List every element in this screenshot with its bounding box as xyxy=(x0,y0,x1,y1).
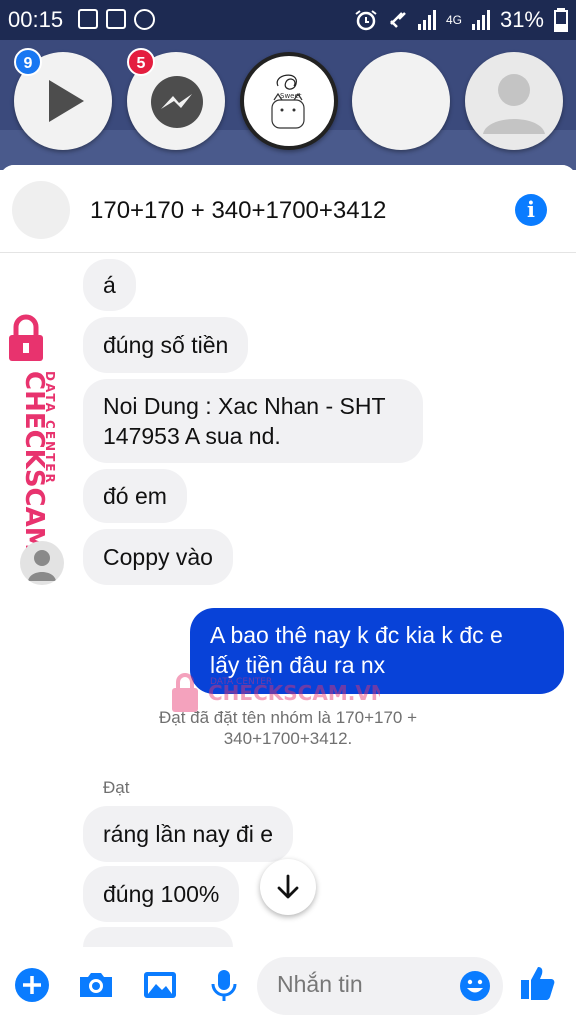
battery-icon xyxy=(554,8,568,32)
unread-badge: 9 xyxy=(14,48,42,76)
default-avatar-icon xyxy=(28,550,56,581)
scroll-to-bottom-button[interactable] xyxy=(260,859,316,915)
network-type: 4G xyxy=(445,12,462,27)
gallery-icon[interactable] xyxy=(142,967,178,1003)
info-icon: i xyxy=(527,197,535,222)
message-line: A bao thê nay k đc kia k đc e xyxy=(210,622,503,648)
mute-icon xyxy=(390,12,406,28)
sketch-text: Sweet xyxy=(280,92,302,100)
composer-bar: Nhắn tin xyxy=(0,947,576,1024)
message-input[interactable]: Nhắn tin xyxy=(257,957,503,1015)
gallery-notification-icon xyxy=(78,9,98,29)
message-bubble[interactable]: đúng 100% xyxy=(83,866,240,922)
watermark-center-sub: DATA CENTER xyxy=(210,677,272,687)
unread-badge: 5 xyxy=(127,48,155,76)
chat-head-messenger[interactable]: 5 xyxy=(127,48,225,150)
message-bubble[interactable]: Noi Dung : Xac Nhan - SHT 147953 A sua n… xyxy=(83,379,423,463)
emoji-icon[interactable] xyxy=(459,970,491,1002)
battery-level: 31% xyxy=(499,7,544,32)
signal-icon xyxy=(417,10,436,30)
status-time: 00:15 xyxy=(8,7,64,32)
chat-header: 170+170 + 340+1700+3412 i xyxy=(0,165,576,253)
messenger-notification-icon xyxy=(134,9,155,30)
message-line: Noi Dung : Xac Nhan - SHT xyxy=(103,393,386,419)
info-button[interactable]: i xyxy=(515,194,547,226)
sender-avatar[interactable] xyxy=(20,541,64,585)
message-line: 147953 A sua nd. xyxy=(103,423,281,449)
watermark-sub: DATA CENTER xyxy=(43,371,57,485)
camera-icon[interactable] xyxy=(78,967,114,1003)
sender-name: Đạt xyxy=(103,778,130,797)
chat-head-blank[interactable] xyxy=(352,52,450,150)
alarm-icon xyxy=(355,10,377,31)
cat-sketch-avatar: Sweet xyxy=(271,74,305,129)
status-bar: 00:15 4G 31% xyxy=(0,0,576,40)
signal-icon-2 xyxy=(471,10,490,30)
conversation-title[interactable]: 170+170 + 340+1700+3412 xyxy=(90,197,386,225)
group-avatar[interactable] xyxy=(12,181,70,239)
chat-head-sketch[interactable]: Sweet xyxy=(240,52,338,150)
system-message: Đạt đã đặt tên nhóm là 170+170 + 340+170… xyxy=(158,708,418,748)
microphone-icon[interactable] xyxy=(206,967,242,1003)
arrow-down-icon xyxy=(277,874,299,899)
message-bubble[interactable]: đó em xyxy=(83,469,187,523)
youtube-notification-icon xyxy=(106,9,126,29)
watermark-vertical: CHECKSCAM.VN DATA CENTER xyxy=(9,314,57,563)
default-avatar-icon xyxy=(483,74,545,134)
chat-head-profile[interactable] xyxy=(465,52,563,150)
plus-icon[interactable] xyxy=(14,967,50,1003)
message-input-placeholder: Nhắn tin xyxy=(277,971,363,997)
chat-window: 170+170 + 340+1700+3412 i CHECKSCAM.VN D… xyxy=(0,165,576,1024)
chat-head-video[interactable]: 9 xyxy=(14,48,112,150)
message-bubble[interactable]: ráng lần nay đi e xyxy=(83,806,294,862)
message-bubble[interactable]: đúng số tiền xyxy=(83,317,249,373)
message-bubble[interactable]: á xyxy=(83,259,136,311)
message-bubble[interactable]: Coppy vào xyxy=(83,529,233,585)
like-icon[interactable] xyxy=(518,963,558,1003)
